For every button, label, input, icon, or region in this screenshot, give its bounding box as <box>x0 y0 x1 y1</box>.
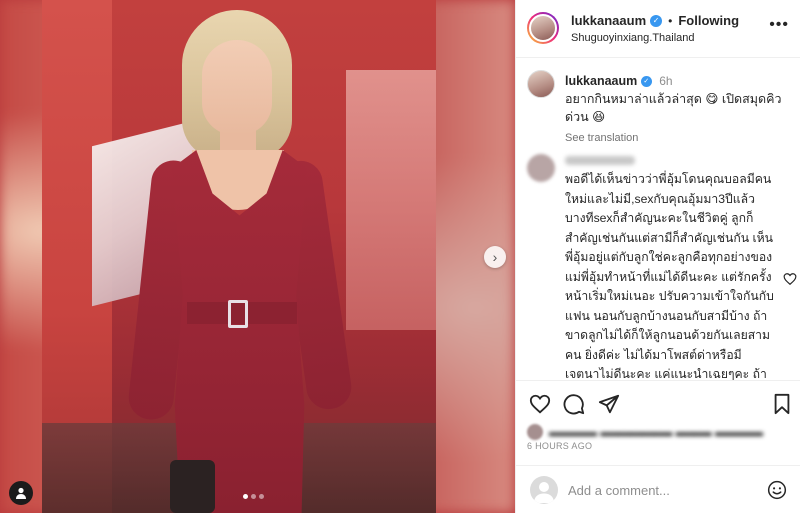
post-header: lukkanaaum ✓ • Following Shuguoyinxiang.… <box>516 0 800 58</box>
caption-text: อยากกินหมาล่าแล้วล่าสุด 😋 เปิดสมุดคิวด่ว… <box>565 92 782 124</box>
author-row: lukkanaaum ✓ • Following <box>571 13 739 28</box>
caption-username[interactable]: lukkanaaum <box>565 74 637 88</box>
author-username[interactable]: lukkanaaum <box>571 13 646 28</box>
carousel-indicator <box>243 494 264 499</box>
caption-body: lukkanaaum ✓ 6h อยากกินหมาล่าแล้วล่าสุด … <box>565 72 790 126</box>
more-options-icon[interactable]: ••• <box>769 16 789 34</box>
see-translation-link[interactable]: See translation <box>565 132 638 144</box>
comment-bubble-icon[interactable] <box>563 393 585 415</box>
post-media[interactable]: › <box>0 0 515 513</box>
separator-dot: • <box>668 13 673 28</box>
add-comment-input[interactable] <box>568 480 748 500</box>
post-timestamp: 6 HOURS AGO <box>527 441 593 451</box>
caption-avatar[interactable] <box>527 70 555 98</box>
author-avatar[interactable] <box>527 12 559 44</box>
comment-username-redacted <box>565 156 635 165</box>
comments-list[interactable]: lukkanaaum ✓ 6h อยากกินหมาล่าแล้วล่าสุด … <box>516 58 800 380</box>
location-link[interactable]: Shuguoyinxiang.Thailand <box>571 32 695 44</box>
bookmark-icon[interactable] <box>771 393 793 415</box>
smiley-icon[interactable] <box>767 480 787 500</box>
likes-text-redacted: ▬▬▬▬ ▬▬▬▬▬▬ ▬▬▬ ▬▬▬▬ <box>549 425 764 439</box>
following-button[interactable]: Following <box>678 13 739 28</box>
post-photo[interactable] <box>42 0 436 513</box>
likes-summary-redacted[interactable]: ▬▬▬▬ ▬▬▬▬▬▬ ▬▬▬ ▬▬▬▬ <box>527 424 763 440</box>
tags-button[interactable] <box>9 481 33 505</box>
verified-badge-icon: ✓ <box>640 76 652 88</box>
carousel-dot-2 <box>251 494 256 499</box>
photo-person <box>42 0 436 513</box>
default-avatar-icon <box>534 482 554 503</box>
verified-badge-icon: ✓ <box>650 14 663 27</box>
add-comment-bar <box>516 465 800 513</box>
carousel-dot-3 <box>259 494 264 499</box>
paper-plane-icon[interactable] <box>598 393 620 415</box>
post-side-panel: lukkanaaum ✓ • Following Shuguoyinxiang.… <box>515 0 800 513</box>
heart-icon[interactable] <box>529 393 551 415</box>
carousel-dot-1 <box>243 494 248 499</box>
comment-avatar[interactable] <box>527 154 555 182</box>
next-slide-button[interactable]: › <box>484 246 506 268</box>
caption-time: 6h <box>659 74 673 88</box>
current-user-avatar <box>530 476 558 504</box>
comment-text: พอดีได้เห็นข่าวว่าพี่อุ้มโดนคุณบอลมีคนให… <box>565 172 774 380</box>
person-tag-icon <box>16 487 26 499</box>
comment-like-heart-icon[interactable] <box>783 272 797 286</box>
liker-avatar <box>527 424 543 440</box>
chevron-right-icon: › <box>492 249 498 265</box>
action-bar <box>516 380 800 424</box>
